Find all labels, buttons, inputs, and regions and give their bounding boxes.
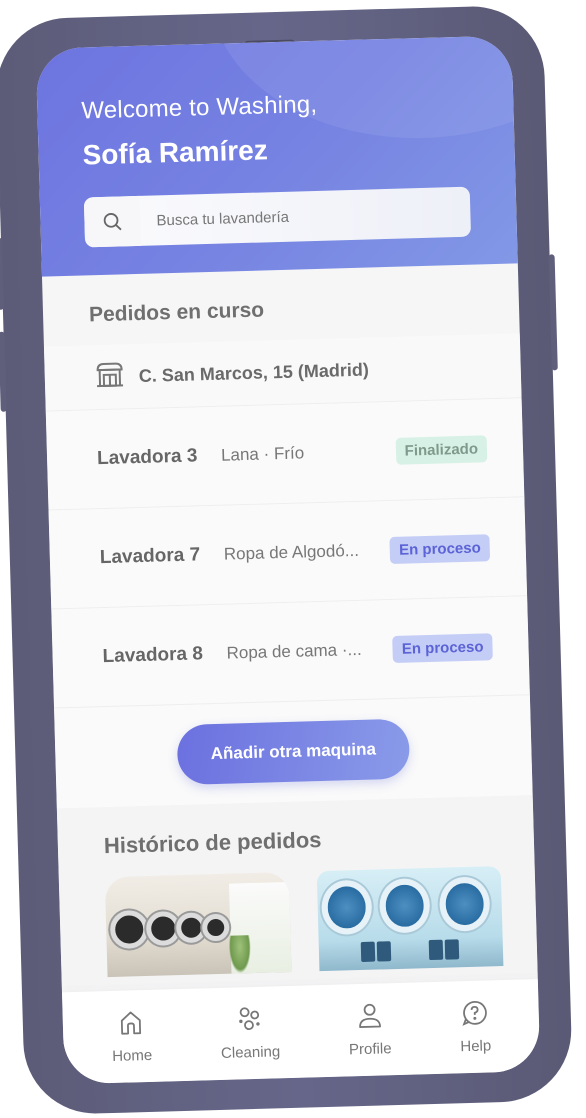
- tab-label: Cleaning: [220, 1043, 281, 1062]
- bubbles-icon: [235, 1005, 264, 1039]
- order-row[interactable]: Lavadora 8 Ropa de cama ·... En proceso: [51, 596, 530, 709]
- welcome-text: Welcome to Washing,: [81, 90, 318, 125]
- shop-address: C. San Marcos, 15 (Madrid): [138, 359, 370, 386]
- tab-help[interactable]: Help: [459, 998, 491, 1055]
- order-description: Ropa de cama ·...: [226, 639, 362, 663]
- washer-drum: [201, 913, 230, 942]
- add-button-container: Añadir otra maquina: [54, 695, 533, 809]
- washing-machines-image[interactable]: [316, 866, 504, 972]
- power-button: [548, 254, 558, 371]
- control-panel: [428, 939, 444, 961]
- control-panel: [444, 939, 460, 960]
- bottom-tab-bar: Home Cleaning Profile Help: [61, 979, 541, 1085]
- status-badge: Finalizado: [395, 434, 488, 465]
- tab-label: Help: [460, 1037, 492, 1056]
- laundromat-room-image[interactable]: [104, 871, 292, 978]
- status-badge: En proceso: [389, 533, 491, 564]
- side-button: [0, 159, 1, 204]
- tab-cleaning[interactable]: Cleaning: [220, 1004, 281, 1062]
- search-input[interactable]: [140, 202, 471, 231]
- control-panel: [376, 941, 392, 962]
- search-bar[interactable]: [83, 186, 472, 248]
- tab-label: Profile: [348, 1040, 392, 1059]
- plant-decor: [228, 935, 252, 974]
- user-name: Sofía Ramírez: [82, 134, 269, 171]
- tab-profile[interactable]: Profile: [348, 1001, 392, 1058]
- control-panel: [360, 941, 376, 962]
- user-icon: [355, 1001, 384, 1035]
- history-list: [58, 859, 538, 989]
- status-badge: En proceso: [392, 632, 493, 663]
- order-row[interactable]: Lavadora 7 Ropa de Algodó... En proceso: [48, 497, 528, 610]
- app-screen: Welcome to Washing, Sofía Ramírez Pedido…: [35, 35, 541, 1085]
- order-row[interactable]: Lavadora 3 Lana · Frío Finalizado: [45, 398, 525, 511]
- search-icon[interactable]: [83, 195, 142, 248]
- add-machine-button[interactable]: Añadir otra maquina: [176, 718, 411, 786]
- order-description: Lana · Frío: [220, 443, 305, 465]
- storefront-icon: [94, 361, 125, 393]
- order-description: Ropa de Algodó...: [223, 540, 360, 564]
- machine-name: Lavadora 3: [96, 445, 198, 470]
- machine-name: Lavadora 7: [99, 544, 201, 569]
- home-icon: [117, 1008, 146, 1042]
- help-icon: [460, 998, 489, 1032]
- volume-down-button: [0, 331, 7, 412]
- tab-home[interactable]: Home: [111, 1008, 153, 1065]
- machine-name: Lavadora 8: [102, 643, 204, 668]
- washer-drum: [378, 878, 431, 934]
- header: Welcome to Washing, Sofía Ramírez: [35, 35, 518, 277]
- washer-drum: [438, 876, 491, 932]
- phone-frame: Welcome to Washing, Sofía Ramírez Pedido…: [0, 4, 574, 1116]
- volume-up-button: [0, 237, 4, 310]
- tab-label: Home: [111, 1046, 153, 1065]
- washer-drum: [320, 879, 373, 936]
- washer-drum: [109, 909, 149, 949]
